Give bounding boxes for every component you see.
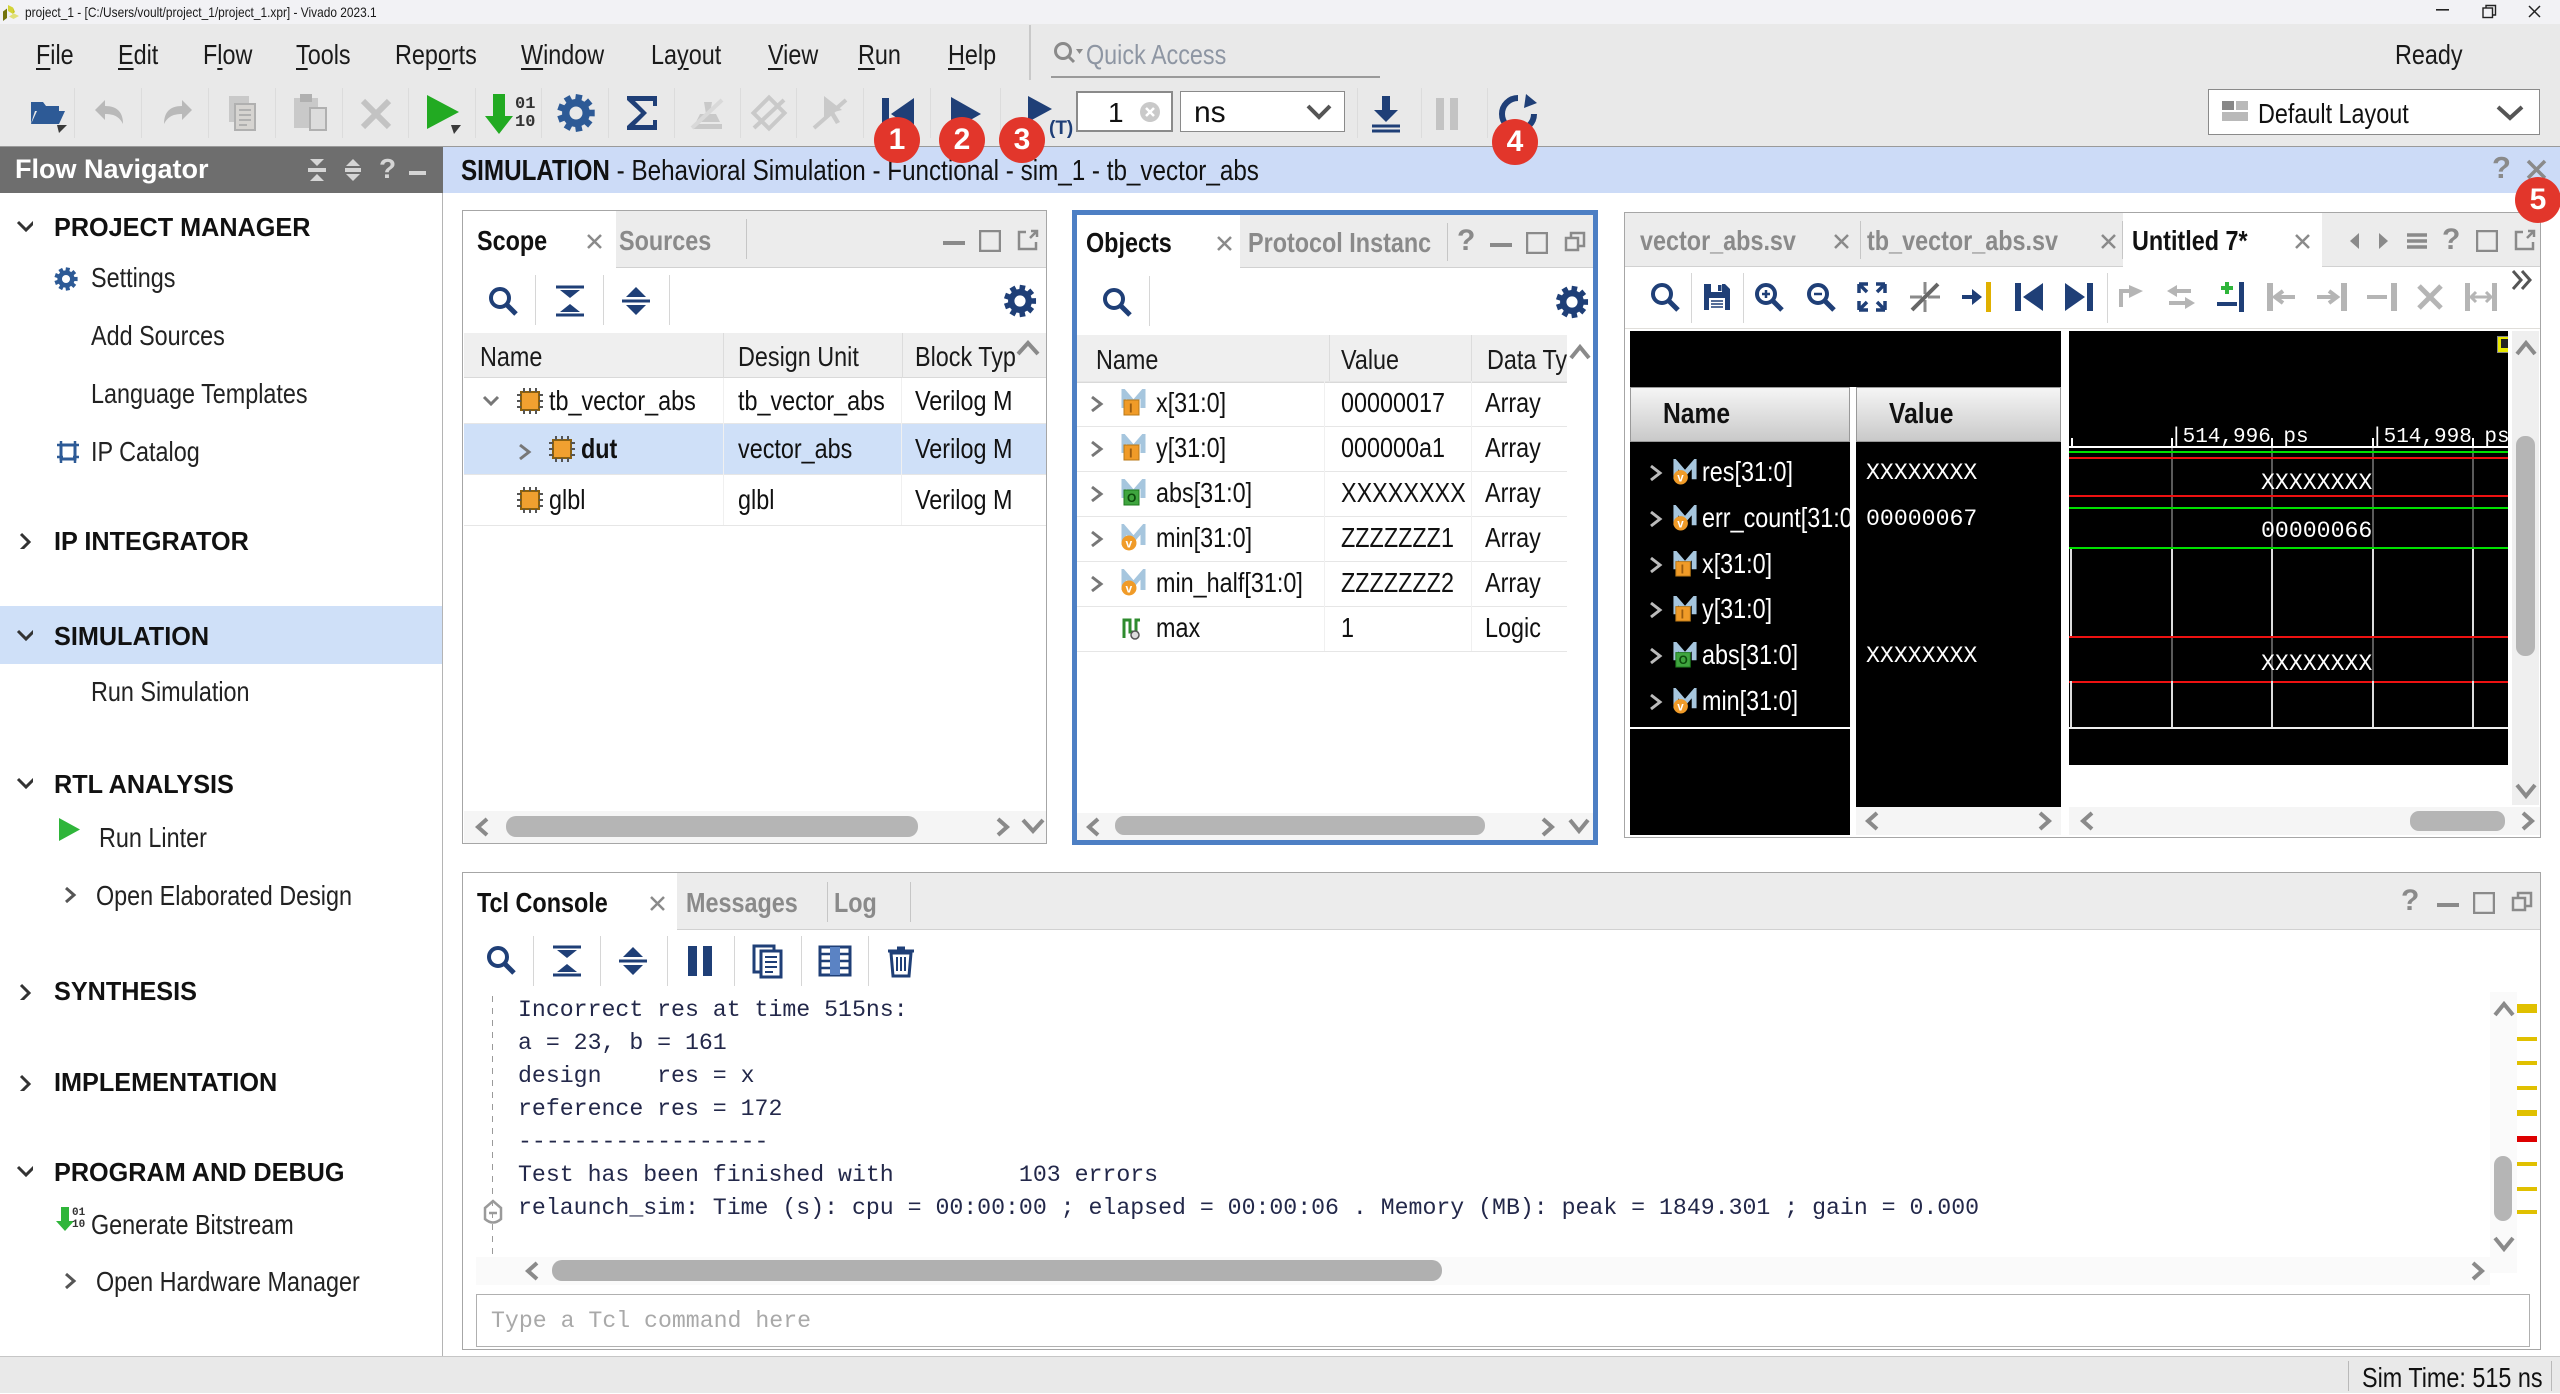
svg-text:O: O — [1679, 655, 1688, 667]
svg-text:v: v — [1126, 582, 1133, 596]
svg-text:I: I — [1681, 608, 1684, 622]
svg-text:10: 10 — [72, 1219, 85, 1231]
svg-text:I: I — [1129, 401, 1133, 416]
svg-text:I: I — [1129, 446, 1133, 461]
svg-text:I: I — [1681, 563, 1684, 577]
svg-text:v: v — [1677, 702, 1684, 714]
svg-text:01: 01 — [515, 95, 535, 114]
svg-text:(T): (T) — [1049, 118, 1073, 138]
svg-text:10: 10 — [515, 113, 535, 132]
svg-text:O: O — [1127, 491, 1136, 505]
svg-text:v: v — [1677, 519, 1684, 531]
svg-text:01: 01 — [72, 1207, 85, 1219]
svg-text:v: v — [1126, 537, 1133, 551]
svg-text:v: v — [1677, 473, 1684, 485]
